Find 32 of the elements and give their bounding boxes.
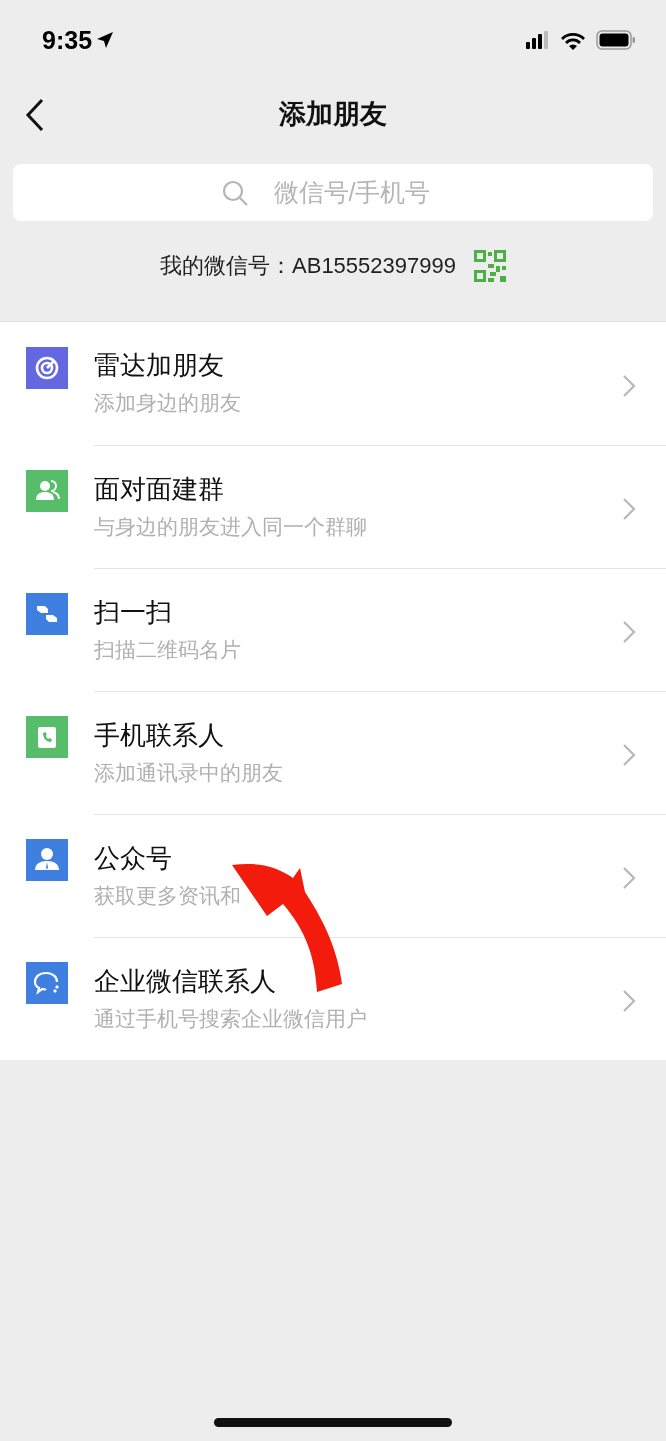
- item-subtitle: 添加身边的朋友: [94, 390, 242, 416]
- chevron-icon: [622, 620, 636, 644]
- battery-icon: [596, 30, 636, 50]
- clock-time: 9:35: [42, 25, 93, 55]
- item-title: 面对面建群: [94, 473, 225, 506]
- item-subtitle: 与身边的朋友进入同一个群聊: [94, 514, 368, 540]
- wifi-icon: [560, 30, 586, 50]
- item-subtitle: 通过手机号搜索企业微信用户: [94, 1006, 368, 1032]
- page-title: 添加朋友: [279, 98, 387, 131]
- back-icon[interactable]: [24, 98, 46, 132]
- chevron-icon: [622, 743, 636, 767]
- item-title: 手机联系人: [94, 719, 225, 752]
- list-item[interactable]: 面对面建群 与身边的朋友进入同一个群聊: [0, 445, 666, 568]
- search-field[interactable]: 微信号/手机号: [13, 164, 653, 221]
- my-wechat-id: 我的微信号：AB15552397999: [160, 252, 456, 280]
- search-icon: [221, 179, 249, 207]
- chevron-icon: [622, 374, 636, 398]
- item-subtitle: 获取更多资讯和: [94, 883, 242, 909]
- item-title: 企业微信联系人: [94, 965, 277, 998]
- list-item[interactable]: 手机联系人 添加通讯录中的朋友: [0, 691, 666, 814]
- signal-icon: [526, 31, 550, 49]
- chevron-icon: [622, 989, 636, 1013]
- item-title: 扫一扫: [94, 596, 173, 629]
- item-subtitle: 添加通讯录中的朋友: [94, 760, 284, 786]
- chevron-icon: [622, 497, 636, 521]
- item-title: 雷达加朋友: [94, 349, 225, 382]
- list-item[interactable]: 雷达加朋友 添加身边的朋友: [0, 322, 666, 445]
- location-arrow-icon: [96, 31, 115, 49]
- chevron-icon: [622, 866, 636, 890]
- item-title: 公众号: [94, 842, 173, 875]
- list-item[interactable]: 扫一扫 扫描二维码名片: [0, 568, 666, 691]
- item-subtitle: 扫描二维码名片: [94, 637, 242, 663]
